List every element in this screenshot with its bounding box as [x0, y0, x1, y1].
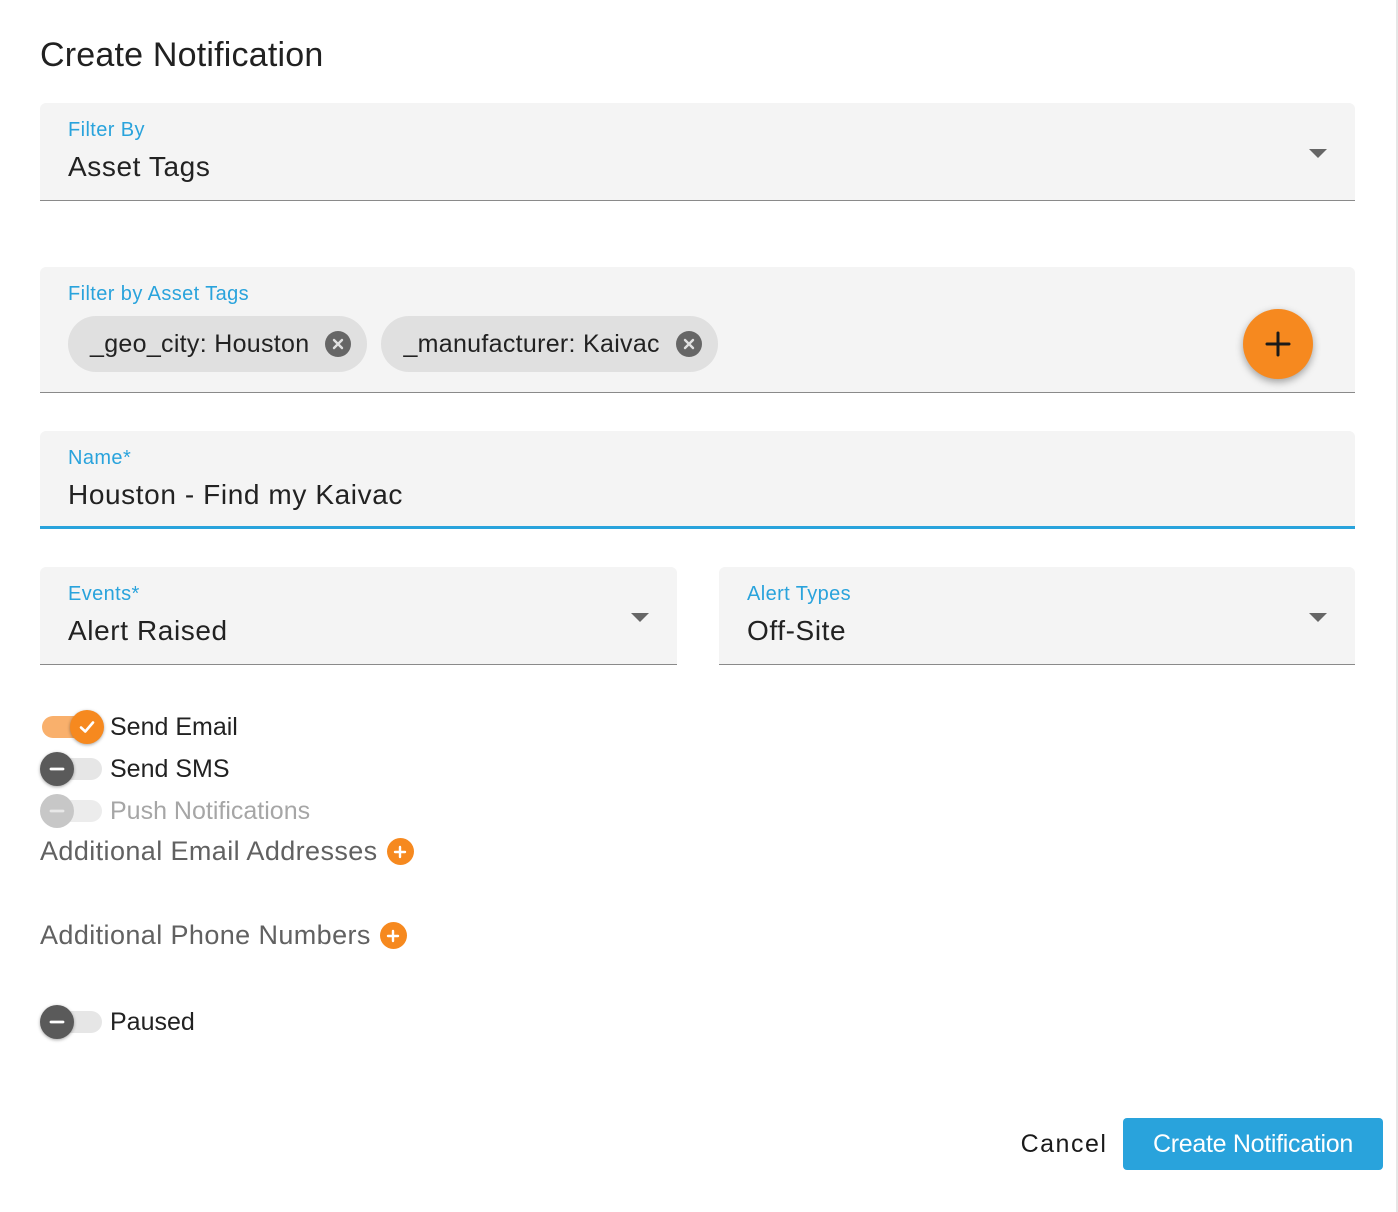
events-value: Alert Raised: [68, 615, 228, 646]
push-notifications-row: Push Notifications: [40, 791, 310, 831]
chip-label: _geo_city: Houston: [90, 329, 310, 358]
send-sms-label: Send SMS: [110, 754, 230, 783]
plus-icon: [393, 845, 407, 858]
name-input[interactable]: Name* Houston - Find my Kaivac: [40, 431, 1355, 529]
push-notifications-toggle: [40, 791, 104, 831]
asset-tag-chip-manufacturer: _manufacturer: Kaivac: [381, 316, 718, 372]
send-sms-toggle[interactable]: [40, 749, 104, 789]
alert-types-value: Off-Site: [747, 615, 847, 646]
plus-icon: [1265, 331, 1291, 357]
dialog-title: Create Notification: [40, 36, 324, 74]
chevron-down-icon: [1309, 613, 1327, 622]
alert-types-label: Alert Types: [747, 583, 852, 605]
filter-by-select[interactable]: Filter By Asset Tags: [40, 103, 1355, 201]
additional-phone-label: Additional Phone Numbers: [40, 920, 371, 950]
add-phone-button[interactable]: [379, 922, 407, 949]
filter-by-label: Filter By: [68, 119, 145, 141]
asset-tags-label: Filter by Asset Tags: [68, 283, 250, 305]
close-icon[interactable]: [675, 331, 702, 357]
paused-row: Paused: [40, 1002, 195, 1042]
minus-icon: [40, 1005, 74, 1039]
add-email-button[interactable]: [386, 838, 414, 865]
push-notifications-label: Push Notifications: [110, 796, 311, 825]
chip-label: _manufacturer: Kaivac: [403, 329, 660, 358]
additional-email-label: Additional Email Addresses: [40, 836, 378, 866]
minus-icon: [40, 794, 74, 828]
create-notification-button[interactable]: Create Notification: [1123, 1118, 1383, 1170]
send-email-label: Send Email: [110, 712, 238, 741]
paused-label: Paused: [110, 1007, 195, 1036]
asset-tag-chip-geo-city: _geo_city: Houston: [68, 316, 368, 372]
asset-tags-field: Filter by Asset Tags _geo_city: Houston …: [40, 267, 1355, 393]
filter-by-value: Asset Tags: [68, 151, 211, 182]
additional-email-row: Additional Email Addresses: [40, 836, 414, 867]
asset-tag-chips: _geo_city: Houston _manufacturer: Kaivac: [68, 316, 718, 372]
check-icon: [70, 710, 104, 744]
chevron-down-icon: [631, 613, 649, 622]
send-email-row: Send Email: [40, 707, 238, 747]
events-select[interactable]: Events* Alert Raised: [40, 567, 677, 665]
send-sms-row: Send SMS: [40, 749, 230, 789]
alert-types-select[interactable]: Alert Types Off-Site: [719, 567, 1355, 665]
close-icon[interactable]: [325, 331, 352, 357]
name-value: Houston - Find my Kaivac: [68, 479, 403, 510]
minus-icon: [40, 752, 74, 786]
cancel-button[interactable]: Cancel: [1008, 1118, 1120, 1170]
add-tag-button[interactable]: [1243, 309, 1313, 379]
create-notification-dialog: Create Notification Filter By Asset Tags…: [0, 0, 1398, 1212]
events-label: Events*: [68, 583, 140, 605]
send-email-toggle[interactable]: [40, 707, 104, 747]
plus-icon: [387, 929, 400, 942]
name-label: Name*: [68, 447, 132, 469]
additional-phone-row: Additional Phone Numbers: [40, 920, 407, 951]
paused-toggle[interactable]: [40, 1002, 104, 1042]
chevron-down-icon: [1309, 149, 1327, 158]
